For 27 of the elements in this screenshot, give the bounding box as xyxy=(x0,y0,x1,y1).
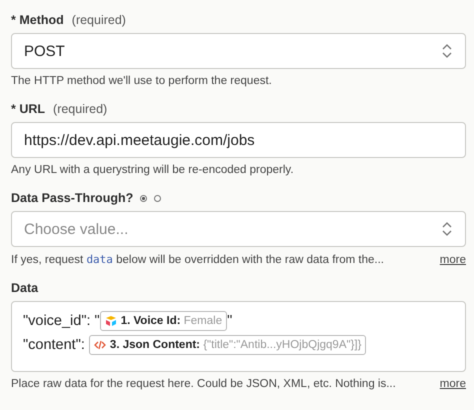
data-pill[interactable]: 1. Voice Id: Female xyxy=(100,311,228,331)
field-label: * URL xyxy=(11,102,46,116)
chevron-icon xyxy=(441,221,453,237)
help-text: Any URL with a querystring will be re-encoded properly. xyxy=(11,164,294,176)
select-field[interactable]: POST xyxy=(11,33,466,69)
text-area[interactable]: "voice_id": " 1. Voice Id: Female " "content": 3. Json Content: {"title":"Antib...yHOjbQjgq9A"}]} xyxy=(11,301,466,372)
more-link[interactable]: more xyxy=(440,254,466,266)
field-label: Data xyxy=(11,281,38,295)
more-link[interactable]: more xyxy=(440,378,466,390)
select-field[interactable]: Choose value... xyxy=(11,211,466,247)
chevron-icon xyxy=(441,43,453,59)
required-hint: (required) xyxy=(53,102,108,116)
help-text: Place raw data for the request here. Could be JSON, XML, etc. Nothing is... xyxy=(11,378,396,390)
app-logo-icon xyxy=(104,315,117,327)
help-text: If yes, request data below will be overridden with the raw data from the... xyxy=(11,253,384,266)
json-text: " xyxy=(227,313,232,329)
required-hint: (required) xyxy=(72,13,126,27)
radio-button[interactable] xyxy=(140,194,148,202)
input-field[interactable]: https://dev.api.meetaugie.com/jobs xyxy=(11,122,466,158)
json-text: "voice_id": " xyxy=(23,313,100,329)
radio-button[interactable] xyxy=(154,194,162,202)
data-pill[interactable]: 3. Json Content: {"title":"Antib...yHOjbQjgq9A"}]} xyxy=(88,335,366,355)
code-icon xyxy=(94,339,106,351)
field-label: * Method xyxy=(11,13,64,27)
help-text: The HTTP method we'll use to perform the request. xyxy=(11,75,272,87)
json-text: "content": xyxy=(23,337,86,353)
field-label: Data Pass-Through? xyxy=(11,191,134,205)
